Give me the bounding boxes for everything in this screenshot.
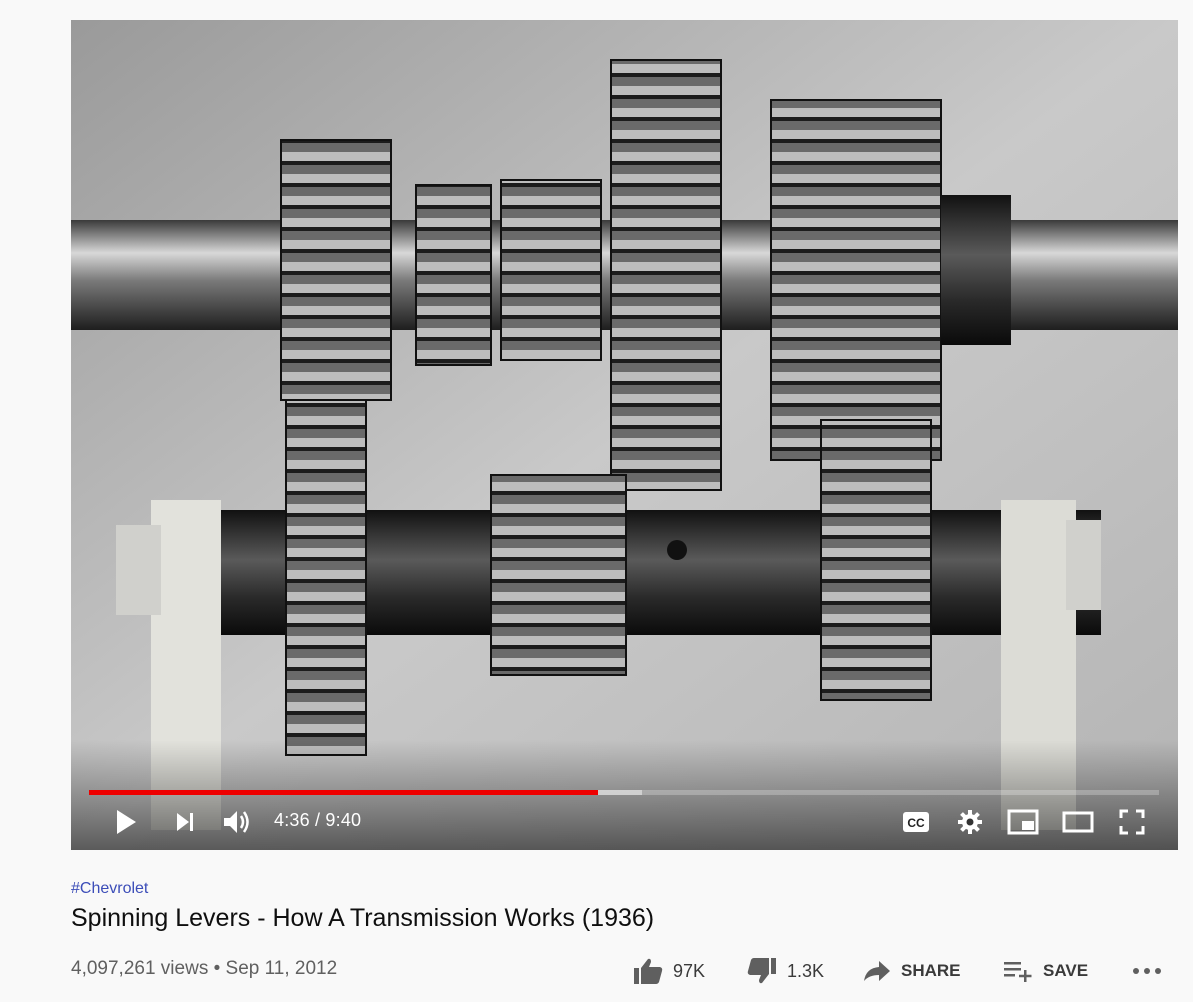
more-actions-button[interactable] xyxy=(1131,954,1163,988)
volume-button[interactable] xyxy=(219,806,255,838)
dislike-count: 1.3K xyxy=(787,960,825,981)
cc-icon: CC xyxy=(903,812,929,832)
fullscreen-button[interactable] xyxy=(1115,806,1149,838)
more-horizontal-icon xyxy=(1133,968,1161,974)
video-frame[interactable] xyxy=(71,20,1178,850)
hashtag-link[interactable]: #Chevrolet xyxy=(71,880,148,898)
miniplayer-icon xyxy=(1007,809,1039,835)
thumbs-up-icon xyxy=(634,958,663,984)
video-meta: #Chevrolet Spinning Levers - How A Trans… xyxy=(71,880,1181,933)
theater-icon xyxy=(1062,811,1094,833)
volume-icon xyxy=(224,811,249,833)
video-title: Spinning Levers - How A Transmission Wor… xyxy=(71,904,655,932)
share-button[interactable]: SHARE xyxy=(863,954,961,988)
next-icon xyxy=(177,813,193,831)
settings-button[interactable] xyxy=(953,806,987,838)
share-label: SHARE xyxy=(901,961,961,980)
captions-button[interactable]: CC xyxy=(899,806,933,838)
theater-button[interactable] xyxy=(1059,806,1097,838)
share-icon xyxy=(864,961,890,981)
like-count: 97K xyxy=(673,960,706,981)
video-primary-info: 4,097,261 views • Sep 11, 2012 97K 1.3K … xyxy=(71,950,1181,990)
settings-icon xyxy=(958,810,982,834)
save-label: SAVE xyxy=(1043,961,1089,980)
time-display: 4:36 / 9:40 xyxy=(274,810,362,830)
miniplayer-button[interactable] xyxy=(1005,806,1041,838)
play-button[interactable] xyxy=(109,806,143,838)
thumbs-down-icon xyxy=(747,958,776,984)
view-count-date: 4,097,261 views • Sep 11, 2012 xyxy=(71,958,338,979)
play-icon xyxy=(117,810,136,834)
dislike-button[interactable]: 1.3K xyxy=(747,954,824,988)
svg-text:CC: CC xyxy=(907,816,925,830)
progress-bar[interactable] xyxy=(89,790,1159,795)
next-button[interactable] xyxy=(169,806,201,838)
save-button[interactable]: SAVE xyxy=(1003,954,1088,988)
played-bar xyxy=(89,790,599,795)
add-to-playlist-icon xyxy=(1004,962,1032,982)
fullscreen-icon xyxy=(1119,809,1145,835)
video-player[interactable]: 4:36 / 9:40 CC xyxy=(71,20,1178,850)
like-button[interactable]: 97K xyxy=(633,954,705,988)
